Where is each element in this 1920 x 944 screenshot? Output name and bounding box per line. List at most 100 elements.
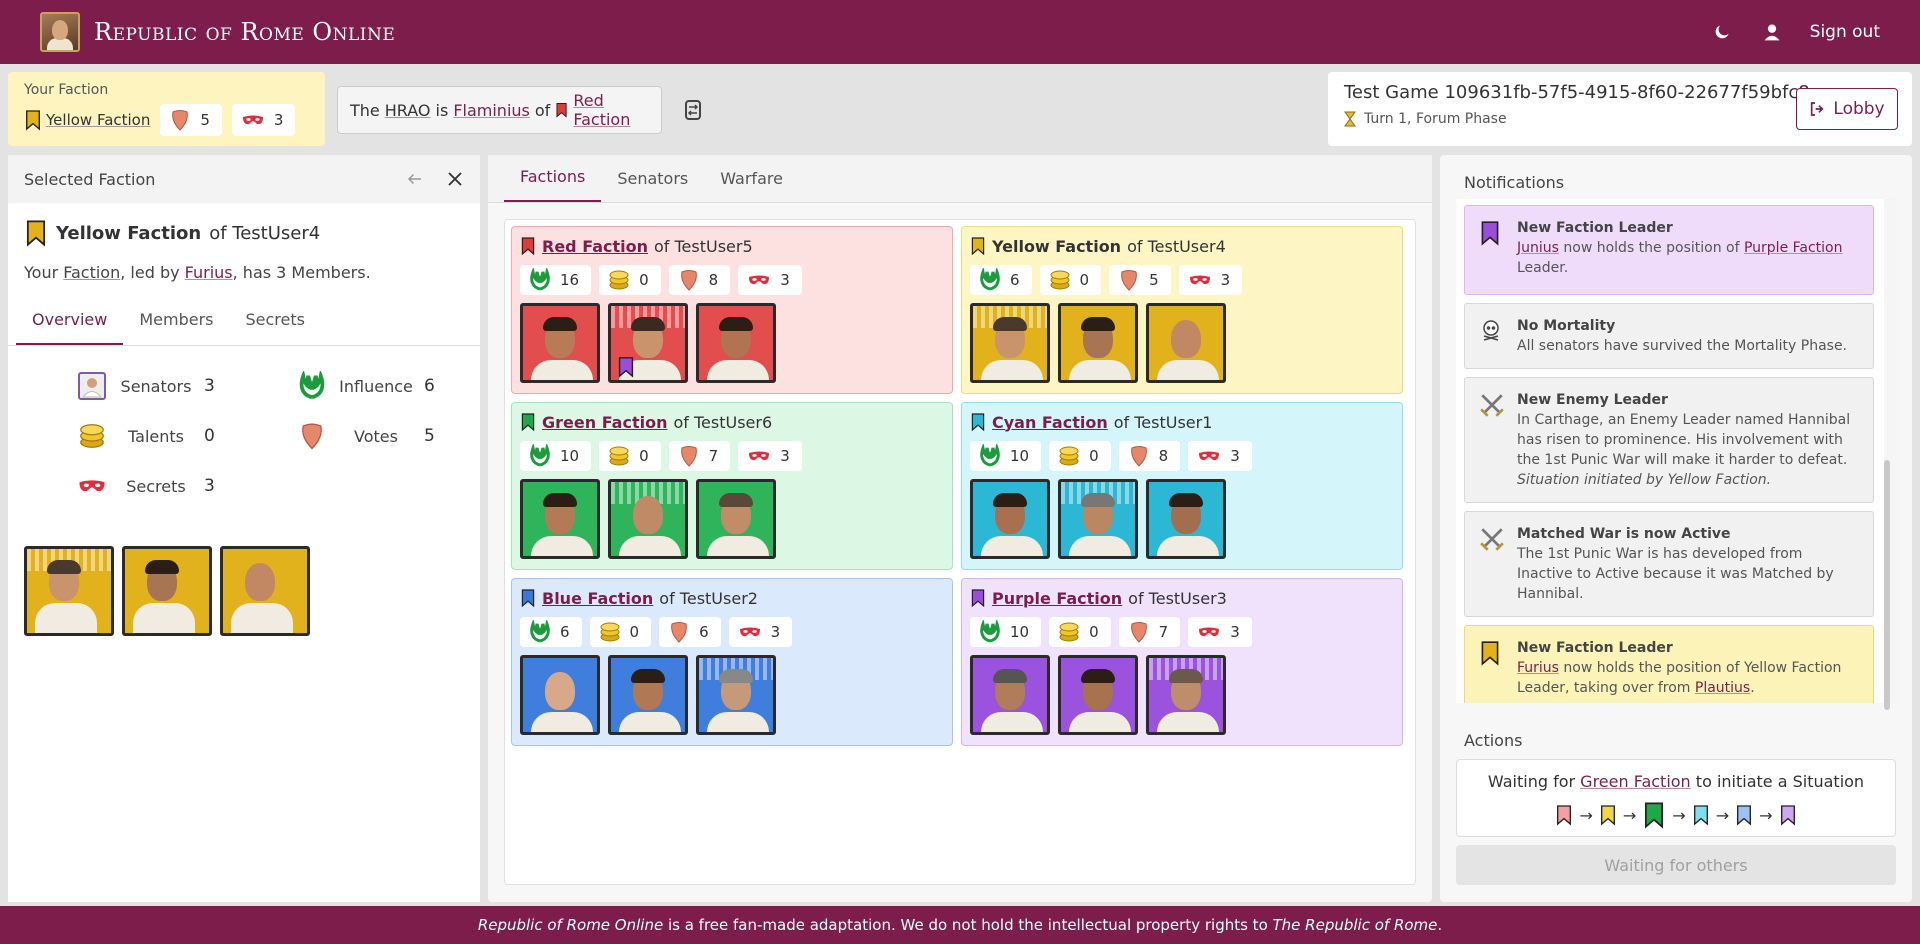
senator-portrait[interactable] bbox=[520, 303, 600, 383]
lobby-button[interactable]: Lobby bbox=[1796, 88, 1898, 130]
secrets-chip: 3 bbox=[738, 441, 802, 471]
senator-portrait[interactable] bbox=[1146, 655, 1226, 735]
influence-laurel-icon bbox=[978, 444, 1002, 468]
senator-portrait[interactable] bbox=[1146, 303, 1226, 383]
tab-secrets[interactable]: Secrets bbox=[229, 298, 320, 345]
votes-chip: 5 bbox=[1109, 265, 1171, 295]
votes-value: 5 bbox=[424, 426, 435, 446]
votes-icon bbox=[1127, 620, 1151, 644]
notification-title: New Enemy Leader bbox=[1517, 392, 1668, 408]
hrao-senator-link[interactable]: Flaminius bbox=[453, 101, 530, 120]
senator-link[interactable]: Furius bbox=[1517, 660, 1559, 676]
back-arrow-icon[interactable] bbox=[406, 170, 424, 188]
notifications-list[interactable]: New Faction Leader Junius now holds the … bbox=[1456, 199, 1898, 703]
secrets-value: 3 bbox=[780, 271, 790, 289]
senator-portrait[interactable] bbox=[696, 303, 776, 383]
actions-box: Waiting for Green Faction to initiate a … bbox=[1456, 759, 1896, 837]
secrets-value: 3 bbox=[204, 476, 215, 496]
notifications-scrollbar[interactable] bbox=[1884, 460, 1890, 710]
dark-mode-icon[interactable] bbox=[1710, 20, 1734, 44]
app-logo[interactable] bbox=[40, 12, 80, 52]
hrao-faction-link[interactable]: Red Faction bbox=[573, 91, 649, 129]
secrets-chip: 3 bbox=[728, 617, 793, 647]
notification-title: Matched War is now Active bbox=[1517, 526, 1731, 542]
senator-portrait[interactable] bbox=[970, 479, 1050, 559]
faction-name[interactable]: Cyan Faction bbox=[992, 413, 1108, 432]
close-icon[interactable] bbox=[446, 170, 464, 188]
waiting-for-others-button[interactable]: Waiting for others bbox=[1456, 845, 1896, 885]
user-icon[interactable] bbox=[1760, 20, 1784, 44]
senator-portrait[interactable] bbox=[24, 546, 114, 636]
faction-card-cyan[interactable]: Cyan Faction of TestUser1 10 0 8 3 bbox=[961, 402, 1403, 570]
senator-portrait[interactable] bbox=[970, 303, 1050, 383]
faction-card-red[interactable]: Red Faction of TestUser5 16 0 8 3 bbox=[511, 226, 953, 394]
hrao-term[interactable]: HRAO bbox=[385, 101, 431, 120]
faction-card-yellow[interactable]: Yellow Faction of TestUser4 6 0 5 3 bbox=[961, 226, 1403, 394]
faction-owner: of TestUser2 bbox=[659, 588, 758, 608]
senator-portrait[interactable] bbox=[696, 479, 776, 559]
tab-overview[interactable]: Overview bbox=[16, 298, 124, 345]
secrets-mask-icon bbox=[1187, 268, 1213, 292]
faction-owner: of TestUser6 bbox=[673, 412, 773, 432]
actions-heading: Actions bbox=[1464, 731, 1523, 750]
votes-icon bbox=[1127, 444, 1151, 468]
votes-value: 5 bbox=[200, 111, 210, 129]
lobby-label[interactable]: Lobby bbox=[1833, 99, 1884, 119]
secrets-value: 3 bbox=[780, 447, 790, 465]
secrets-mask-icon bbox=[737, 620, 763, 644]
senator-link[interactable]: Plautius bbox=[1695, 680, 1750, 696]
senator-portrait[interactable] bbox=[970, 655, 1050, 735]
faction-name[interactable]: Purple Faction bbox=[992, 589, 1122, 608]
senator-portrait[interactable] bbox=[1146, 479, 1226, 559]
blue-flag-icon bbox=[520, 588, 536, 608]
senator-portrait[interactable] bbox=[122, 546, 212, 636]
senator-icon bbox=[78, 372, 106, 400]
senator-portrait[interactable] bbox=[1058, 655, 1138, 735]
faction-name[interactable]: Green Faction bbox=[542, 413, 667, 432]
faction-card-green[interactable]: Green Faction of TestUser6 10 0 7 3 bbox=[511, 402, 953, 570]
senator-portrait[interactable] bbox=[608, 479, 688, 559]
senator-portrait[interactable] bbox=[1058, 303, 1138, 383]
votes-label: Votes bbox=[354, 426, 398, 446]
tab-factions[interactable]: Factions bbox=[504, 155, 602, 202]
senator-link[interactable]: Junius bbox=[1517, 240, 1559, 256]
votes-chip: 5 bbox=[160, 104, 222, 136]
red-flag-icon bbox=[555, 100, 568, 120]
secrets-mask-icon bbox=[77, 471, 107, 501]
senator-portrait[interactable] bbox=[520, 479, 600, 559]
senators-label: Senators bbox=[120, 376, 192, 396]
talents-chip: 0 bbox=[1049, 617, 1111, 647]
selected-faction-heading: Selected Faction bbox=[24, 169, 156, 189]
green-flag-icon bbox=[520, 412, 536, 432]
faction-name[interactable]: Blue Faction bbox=[542, 589, 653, 608]
swap-icon[interactable] bbox=[682, 98, 704, 126]
desc-faction-term[interactable]: Faction bbox=[63, 263, 120, 282]
faction-link[interactable]: Purple Faction bbox=[1744, 240, 1843, 256]
influence-value: 6 bbox=[1010, 271, 1020, 289]
your-faction-name[interactable]: Yellow Faction bbox=[46, 111, 150, 129]
sign-out-link[interactable]: Sign out bbox=[1810, 22, 1880, 42]
senator-portrait[interactable] bbox=[1058, 479, 1138, 559]
faction-name[interactable]: Red Faction bbox=[542, 237, 648, 256]
senator-portrait[interactable] bbox=[220, 546, 310, 636]
app-title[interactable]: Republic of Rome Online bbox=[94, 18, 395, 46]
faction-card-blue[interactable]: Blue Faction of TestUser2 6 0 6 3 bbox=[511, 578, 953, 746]
notification-title: New Faction Leader bbox=[1517, 220, 1673, 236]
faction-leader-link[interactable]: Furius bbox=[185, 263, 233, 282]
influence-chip: 10 bbox=[970, 441, 1042, 471]
talents-value: 0 bbox=[639, 447, 649, 465]
talents-coins-icon bbox=[77, 421, 107, 451]
senator-portrait[interactable] bbox=[608, 655, 688, 735]
tab-senators[interactable]: Senators bbox=[601, 157, 704, 202]
faction-owner: of TestUser3 bbox=[1128, 588, 1227, 608]
faction-name[interactable]: Yellow Faction bbox=[992, 237, 1121, 256]
tab-warfare[interactable]: Warfare bbox=[704, 157, 799, 202]
senator-portrait[interactable] bbox=[520, 655, 600, 735]
tab-members[interactable]: Members bbox=[123, 298, 229, 345]
senator-portrait[interactable] bbox=[696, 655, 776, 735]
notification-item: New Faction Leader Furius now holds the … bbox=[1464, 625, 1874, 703]
waiting-faction-link[interactable]: Green Faction bbox=[1580, 772, 1691, 791]
cyan-flag-icon bbox=[970, 412, 986, 432]
faction-card-purple[interactable]: Purple Faction of TestUser3 10 0 7 3 bbox=[961, 578, 1403, 746]
senator-portrait[interactable] bbox=[608, 303, 688, 383]
